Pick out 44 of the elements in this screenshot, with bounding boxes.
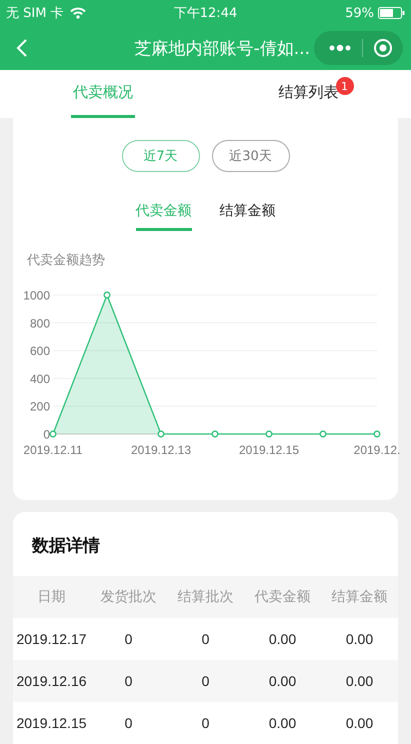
section-title: 数据详情 — [30, 535, 101, 558]
metric-tab[interactable]: 代卖金额 — [136, 198, 192, 231]
column-header: 发货批次 — [100, 588, 158, 606]
table-cell-text: 2019.12.17 — [15, 631, 88, 647]
table-cell-text: 0.00 — [344, 631, 374, 647]
page-title: 芝麻地内部账号-倩如... — [134, 38, 311, 60]
range-button[interactable]: 近30天 — [212, 140, 290, 172]
table-cell-text: 0.00 — [268, 673, 298, 689]
y-tick-label: 600 — [30, 344, 50, 358]
table-cell-text: 0.00 — [344, 673, 374, 689]
table-cell-text: 0 — [200, 673, 210, 689]
y-tick-label: 800 — [30, 316, 50, 330]
metric-tab[interactable]: 结算金额 — [220, 198, 276, 231]
x-tick-label: 2019.12.11 — [23, 443, 83, 457]
y-tick-label: 200 — [30, 400, 50, 414]
table-cell-text: 2019.12.16 — [15, 673, 88, 689]
y-tick-label: 400 — [30, 372, 50, 386]
column-header: 结算批次 — [176, 588, 234, 606]
y-tick-label: 1000 — [23, 288, 50, 302]
table-cell-text: 2019.12.15 — [15, 715, 88, 731]
x-tick-label: 2019.12.13 — [130, 443, 192, 457]
column-header: 结算金额 — [330, 588, 388, 606]
range-button[interactable]: 近7天 — [122, 140, 200, 172]
chart-title: 代卖金额趋势 — [27, 252, 105, 269]
table-cell-text: 0 — [200, 715, 210, 731]
column-header: 代卖金额 — [254, 588, 312, 606]
table-cell-text: 0 — [124, 715, 134, 731]
carrier-text: 无 SIM 卡 — [6, 5, 64, 22]
column-header: 日期 — [36, 588, 66, 606]
x-tick-label: 2019.12.15 — [238, 443, 300, 457]
wifi-icon — [70, 7, 86, 19]
y-tick-label: 0 — [43, 428, 50, 442]
table-cell-text: 0 — [124, 673, 134, 689]
back-icon[interactable] — [16, 38, 28, 58]
table-cell-text: 0.00 — [344, 715, 374, 731]
battery-text: 59% — [345, 6, 374, 20]
table-cell-text: 0 — [200, 631, 210, 647]
x-tick-label: 2019.12. — [354, 443, 400, 457]
more-icon[interactable] — [328, 44, 352, 52]
table-cell-text: 0.00 — [268, 631, 298, 647]
battery-icon — [378, 7, 405, 19]
time-text: 下午12:44 — [174, 5, 238, 22]
table-cell-text: 0 — [124, 631, 134, 647]
table-cell-text: 0.00 — [268, 715, 298, 731]
